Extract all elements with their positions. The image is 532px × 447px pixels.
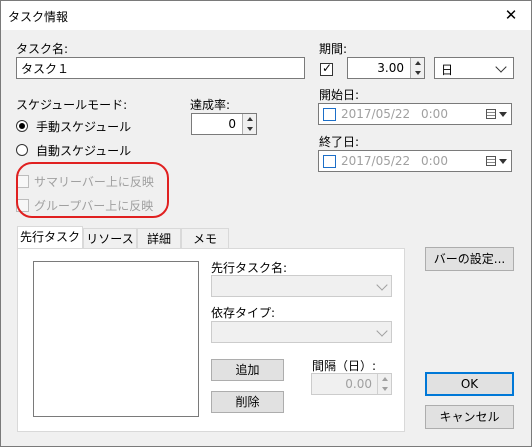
interval-label: 間隔（日）: bbox=[312, 359, 377, 373]
tab-memo[interactable]: メモ bbox=[181, 228, 229, 249]
bar-settings-button[interactable]: バーの設定... bbox=[425, 247, 514, 271]
dropdown-arrow-icon bbox=[499, 159, 507, 164]
completion-down-button[interactable] bbox=[242, 124, 256, 134]
period-unit-value: 日 bbox=[441, 63, 454, 77]
tab-details[interactable]: 詳細 bbox=[137, 228, 181, 249]
completion-up-button[interactable] bbox=[242, 114, 256, 124]
add-button[interactable]: 追加 bbox=[211, 359, 284, 381]
checkmark-icon: ✓ bbox=[322, 61, 333, 75]
auto-schedule-label[interactable]: 自動スケジュール bbox=[36, 142, 131, 159]
summary-bar-label: サマリーバー上に反映 bbox=[34, 175, 154, 189]
manual-schedule-radio[interactable] bbox=[16, 120, 28, 132]
task-name-value: タスク１ bbox=[21, 62, 70, 76]
cancel-button[interactable]: キャンセル bbox=[425, 405, 514, 429]
completion-stepper[interactable]: 0 bbox=[191, 113, 257, 135]
group-bar-checkbox[interactable] bbox=[16, 199, 29, 212]
chevron-down-icon bbox=[376, 279, 388, 291]
interval-stepper[interactable]: 0.00 bbox=[311, 373, 392, 395]
dropdown-arrow-icon bbox=[499, 112, 507, 117]
completion-value: 0 bbox=[228, 117, 236, 131]
start-date-value: 2017/05/22 bbox=[341, 107, 411, 121]
task-name-input[interactable]: タスク１ bbox=[16, 57, 305, 79]
schedule-mode-label: スケジュールモード: bbox=[16, 98, 128, 112]
close-icon: ✕ bbox=[504, 6, 518, 24]
end-date-picker[interactable]: 2017/05/22 0:00 bbox=[318, 150, 512, 172]
end-date-label: 終了日: bbox=[319, 135, 360, 149]
completion-label: 達成率: bbox=[190, 98, 231, 112]
task-name-label: タスク名: bbox=[16, 42, 69, 56]
chevron-down-icon bbox=[495, 61, 507, 73]
dependency-type-label: 依存タイプ: bbox=[211, 306, 276, 320]
manual-schedule-label[interactable]: 手動スケジュール bbox=[36, 118, 131, 135]
tab-predecessor[interactable]: 先行タスク bbox=[17, 226, 83, 249]
period-checkbox[interactable]: ✓ bbox=[320, 61, 333, 76]
interval-down-button[interactable] bbox=[377, 384, 391, 394]
end-date-value: 2017/05/22 bbox=[341, 154, 411, 168]
end-date-time: 0:00 bbox=[421, 154, 448, 168]
interval-up-button[interactable] bbox=[377, 374, 391, 384]
auto-schedule-radio[interactable] bbox=[16, 144, 28, 156]
period-up-button[interactable] bbox=[410, 58, 424, 68]
predecessor-task-label: 先行タスク名: bbox=[211, 261, 288, 275]
start-date-picker[interactable]: 2017/05/22 0:00 bbox=[318, 103, 512, 125]
group-bar-label: グループバー上に反映 bbox=[34, 199, 154, 213]
predecessor-task-select[interactable] bbox=[211, 275, 392, 297]
calendar-icon bbox=[486, 156, 496, 166]
summary-bar-checkbox[interactable] bbox=[16, 175, 29, 188]
start-date-checkbox[interactable] bbox=[323, 108, 336, 121]
predecessor-list[interactable] bbox=[33, 261, 199, 417]
start-date-time: 0:00 bbox=[421, 107, 448, 121]
period-value: 3.00 bbox=[377, 61, 404, 75]
chevron-down-icon bbox=[376, 325, 388, 337]
title-bar bbox=[0, 0, 532, 30]
close-button[interactable]: ✕ bbox=[490, 0, 532, 30]
dependency-type-select[interactable] bbox=[211, 321, 392, 343]
start-date-label: 開始日: bbox=[319, 88, 360, 102]
calendar-icon bbox=[486, 109, 496, 119]
ok-button[interactable]: OK bbox=[425, 372, 514, 396]
period-stepper[interactable]: 3.00 bbox=[347, 57, 425, 79]
end-date-checkbox[interactable] bbox=[323, 155, 336, 168]
delete-button[interactable]: 削除 bbox=[211, 391, 284, 413]
interval-value: 0.00 bbox=[345, 377, 372, 391]
window-title: タスク情報 bbox=[8, 10, 69, 24]
period-down-button[interactable] bbox=[410, 68, 424, 78]
period-label: 期間: bbox=[319, 42, 348, 56]
period-unit-select[interactable]: 日 bbox=[434, 57, 514, 79]
tab-resources[interactable]: リソース bbox=[83, 228, 137, 249]
